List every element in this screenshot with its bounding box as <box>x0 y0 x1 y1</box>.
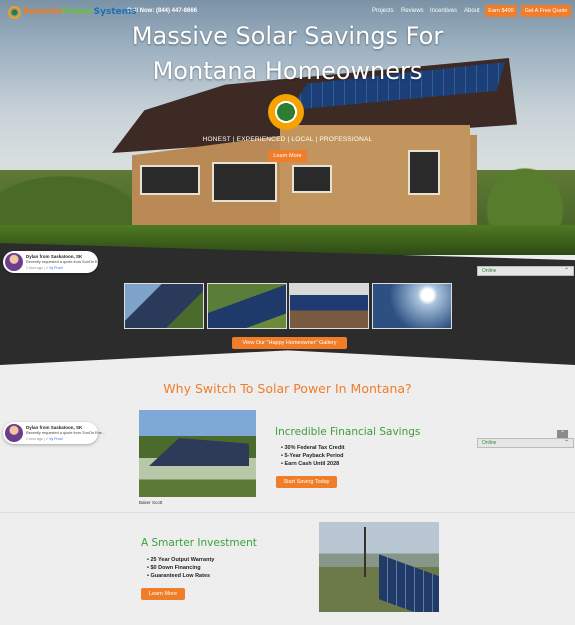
notification-text: Recently requested a quote from SunOn En… <box>26 431 105 435</box>
gallery-photo-1[interactable] <box>124 283 204 329</box>
house-window <box>212 162 277 202</box>
sun-logo-icon <box>8 5 21 19</box>
scroll-to-top-icon[interactable]: ⌃ <box>557 430 568 438</box>
notification-time: 1 hour ago <box>26 437 43 441</box>
notification-meta: 1 hour ago | ✓ by Proof <box>26 437 63 441</box>
power-badge-icon <box>268 94 304 130</box>
chat-widget[interactable]: Online ⌃ <box>477 438 574 448</box>
chat-widget[interactable]: Online ⌃ <box>477 266 574 276</box>
chevron-up-icon[interactable]: ⌃ <box>564 267 569 274</box>
notification-verified: by Proof <box>49 437 63 441</box>
chat-status: Online <box>482 268 497 274</box>
gallery-photo-4[interactable] <box>372 283 452 329</box>
list-item: 25 Year Output Warranty <box>147 556 214 564</box>
notification-text: Recently requested a quote from SunOn En… <box>26 260 105 264</box>
avatar <box>5 253 23 271</box>
financial-heading: Incredible Financial Savings <box>275 426 421 438</box>
investment-photo <box>319 522 439 612</box>
hero-learn-more-button[interactable]: Learn More <box>268 150 307 162</box>
photo-solar-roof <box>149 438 249 466</box>
social-proof-notification[interactable]: Dylan from Saskatoon, SK Recently reques… <box>3 251 105 273</box>
photo-tree <box>364 527 366 577</box>
photo-ground-panels <box>379 554 439 612</box>
logo-text-systems: Systems <box>93 7 137 17</box>
social-proof-notification[interactable]: Dylan from Saskatoon, SK Recently reques… <box>3 422 105 444</box>
notification-verified: by Proof <box>49 266 63 270</box>
why-heading: Why Switch To Solar Power In Montana? <box>163 381 412 396</box>
learn-more-button[interactable]: Learn More <box>141 588 185 600</box>
list-item: 5-Year Payback Period <box>281 452 345 460</box>
checkmark-icon: ✓ <box>45 437 49 441</box>
chat-status: Online <box>482 440 497 446</box>
list-item: $0 Down Financing <box>147 564 214 572</box>
section-divider <box>0 512 575 513</box>
start-saving-button[interactable]: Start Saving Today <box>276 476 337 488</box>
house-window <box>408 150 440 195</box>
gallery-photo-3[interactable] <box>289 283 369 329</box>
notification-name: Dylan from Saskatoon, SK <box>26 254 83 259</box>
hero-tagline: HONEST | EXPERIENCED | LOCAL | PROFESSIO… <box>202 136 373 143</box>
photo-caption: Baker Scott <box>139 500 163 505</box>
top-navigation: RemotePowerSystems <box>0 0 575 24</box>
checkmark-icon: ✓ <box>45 266 49 270</box>
house-window <box>140 165 200 195</box>
notification-meta: 1 hour ago | ✓ by Proof <box>26 266 63 270</box>
logo-text-remote: Remote <box>23 7 63 17</box>
avatar <box>5 424 23 442</box>
financial-list: 30% Federal Tax Credit 5-Year Payback Pe… <box>281 444 345 468</box>
hero-section: Massive Solar Savings For Montana Homeow… <box>0 0 575 255</box>
gallery-photo-2[interactable] <box>207 283 287 329</box>
investment-heading: A Smarter Investment <box>141 537 257 549</box>
house-window <box>292 165 332 193</box>
hero-title-line2: Montana Homeowners <box>152 57 423 85</box>
site-logo[interactable]: RemotePowerSystems <box>8 5 137 19</box>
list-item: Guaranteed Low Rates <box>147 572 214 580</box>
notification-name: Dylan from Saskatoon, SK <box>26 425 83 430</box>
gallery-button[interactable]: View Our "Happy Homeowner" Gallery <box>232 337 347 349</box>
list-item: 30% Federal Tax Credit <box>281 444 344 452</box>
logo-text-power: Power <box>62 7 94 17</box>
chevron-up-icon[interactable]: ⌃ <box>564 439 569 446</box>
list-item: Earn Cash Until 2028 <box>281 460 345 468</box>
hero-title-line1: Massive Solar Savings For <box>131 22 444 50</box>
financial-photo <box>139 410 256 497</box>
notification-time: 1 hour ago <box>26 266 43 270</box>
investment-list: 25 Year Output Warranty $0 Down Financin… <box>147 556 214 580</box>
